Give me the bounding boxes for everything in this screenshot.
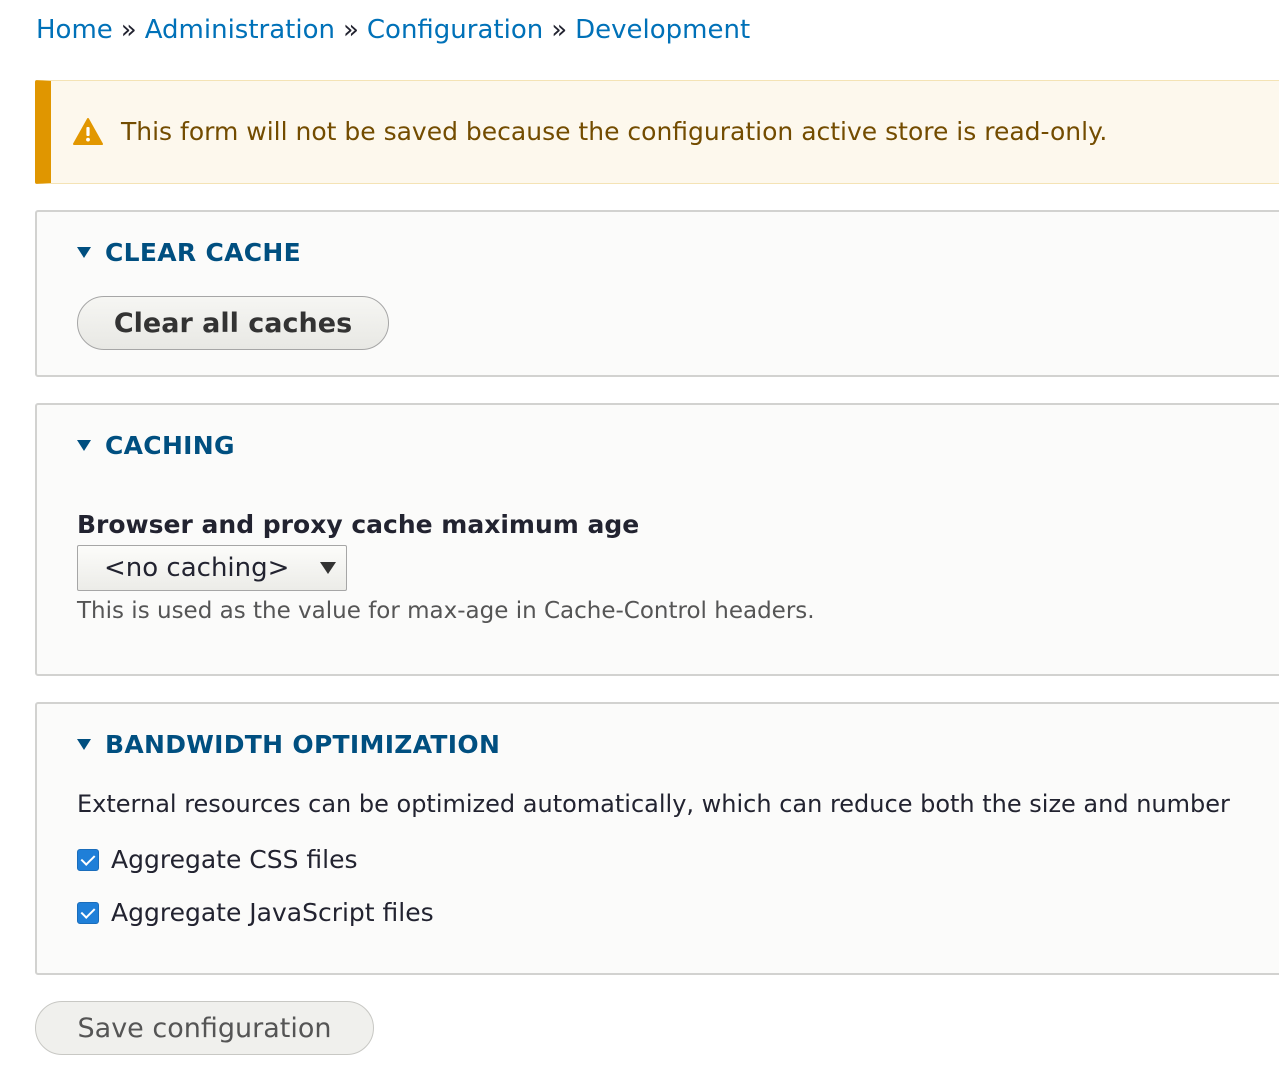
- caching-title: CACHING: [105, 431, 235, 460]
- bandwidth-optimization-panel: BANDWIDTH OPTIMIZATION External resource…: [35, 702, 1279, 975]
- bandwidth-optimization-summary[interactable]: BANDWIDTH OPTIMIZATION: [77, 730, 500, 759]
- warning-message: This form will not be saved because the …: [35, 80, 1279, 184]
- breadcrumb-development-link[interactable]: Development: [575, 15, 750, 45]
- warning-triangle-icon: [73, 118, 103, 145]
- clear-cache-title: CLEAR CACHE: [105, 238, 302, 267]
- warning-text: This form will not be saved because the …: [121, 117, 1108, 146]
- expanded-triangle-icon: [77, 440, 91, 451]
- aggregate-js-checkbox-row[interactable]: Aggregate JavaScript files: [77, 898, 434, 927]
- aggregate-css-checkbox-row[interactable]: Aggregate CSS files: [77, 845, 358, 874]
- caching-panel: CACHING Browser and proxy cache maximum …: [35, 403, 1279, 676]
- breadcrumb-separator: »: [120, 15, 137, 45]
- clear-cache-summary[interactable]: CLEAR CACHE: [77, 238, 301, 267]
- expanded-triangle-icon: [77, 247, 91, 258]
- caching-summary[interactable]: CACHING: [77, 431, 235, 460]
- clear-all-caches-button[interactable]: Clear all caches: [77, 296, 389, 350]
- save-configuration-button[interactable]: Save configuration: [35, 1001, 374, 1055]
- aggregate-js-label: Aggregate JavaScript files: [111, 898, 434, 927]
- chevron-down-icon: [320, 562, 336, 574]
- bandwidth-description: External resources can be optimized auto…: [77, 790, 1230, 818]
- expanded-triangle-icon: [77, 739, 91, 750]
- bandwidth-optimization-title: BANDWIDTH OPTIMIZATION: [105, 730, 501, 759]
- max-age-label: Browser and proxy cache maximum age: [77, 510, 640, 539]
- clear-cache-panel: CLEAR CACHE Clear all caches: [35, 210, 1279, 377]
- breadcrumb-separator: »: [551, 15, 568, 45]
- breadcrumb-administration-link[interactable]: Administration: [145, 15, 335, 45]
- aggregate-css-label: Aggregate CSS files: [111, 845, 358, 874]
- max-age-select-value: <no caching>: [104, 553, 290, 583]
- breadcrumb: Home» Administration» Configuration» Develo…: [36, 12, 750, 48]
- breadcrumb-home-link[interactable]: Home: [36, 15, 113, 45]
- breadcrumb-separator: »: [342, 15, 359, 45]
- aggregate-css-checkbox[interactable]: [77, 848, 99, 871]
- max-age-description: This is used as the value for max-age in…: [77, 598, 815, 624]
- page: Home» Administration» Configuration» Develo…: [0, 0, 1279, 1081]
- breadcrumb-configuration-link[interactable]: Configuration: [367, 15, 543, 45]
- max-age-select[interactable]: <no caching>: [77, 545, 347, 591]
- aggregate-js-checkbox[interactable]: [77, 901, 99, 924]
